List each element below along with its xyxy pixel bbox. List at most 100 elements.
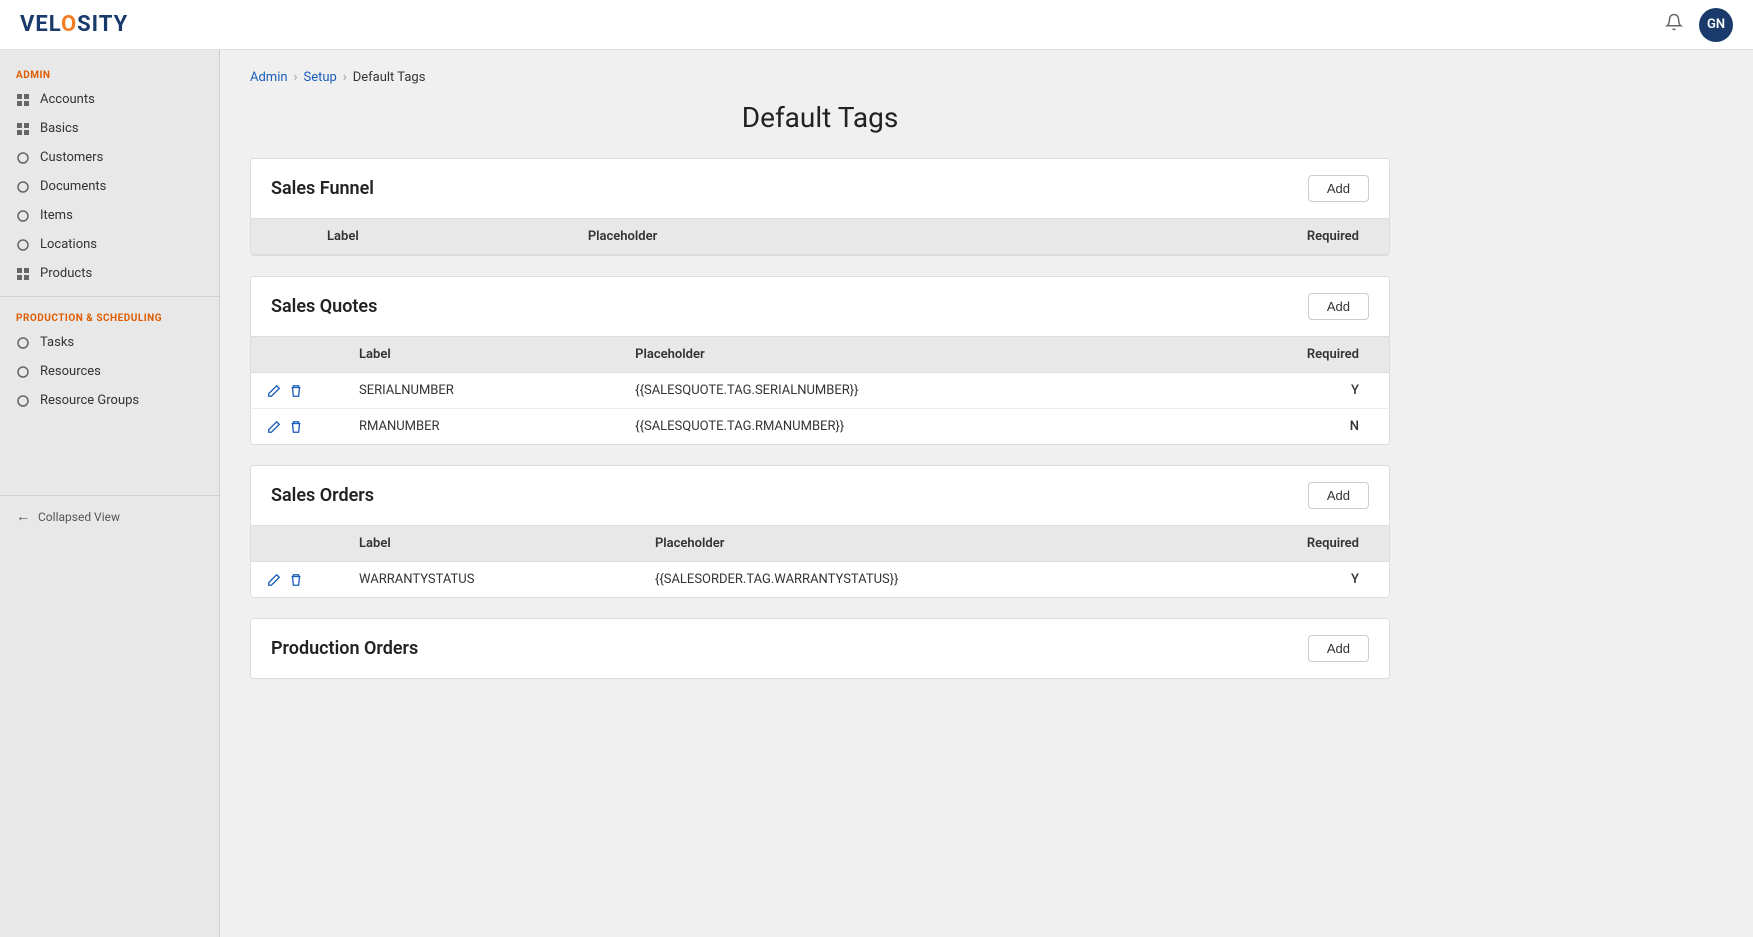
so-col-actions-header <box>251 526 343 562</box>
sales-orders-table-header: Label Placeholder Required <box>251 526 1389 562</box>
collapse-arrow-icon: ← <box>16 508 30 525</box>
sales-funnel-table-header: Label Placeholder Required <box>251 219 1389 255</box>
breadcrumb-sep-2: › <box>343 70 347 85</box>
items-label: Items <box>40 208 73 223</box>
sidebar-item-customers[interactable]: Customers <box>0 143 219 172</box>
top-nav: VELOSITY GN <box>0 0 1753 50</box>
sales-orders-table: Label Placeholder Required <box>251 525 1389 597</box>
sales-funnel-title: Sales Funnel <box>271 178 374 199</box>
sales-funnel-section: Sales Funnel Add Label Placeholder Requi… <box>250 158 1390 256</box>
sales-funnel-header: Sales Funnel Add <box>251 159 1389 218</box>
sf-col-label-header: Label <box>311 219 572 255</box>
resources-icon <box>16 365 30 379</box>
sidebar-item-items[interactable]: Items <box>0 201 219 230</box>
main-content: Admin › Setup › Default Tags Default Tag… <box>220 50 1753 937</box>
page-title: Default Tags <box>250 101 1390 134</box>
sales-orders-header: Sales Orders Add <box>251 466 1389 525</box>
products-label: Products <box>40 266 92 281</box>
locations-label: Locations <box>40 237 97 252</box>
sidebar: ADMIN Accounts Basics Customers Document… <box>0 50 220 937</box>
sales-funnel-add-button[interactable]: Add <box>1308 175 1369 202</box>
sales-quotes-header: Sales Quotes Add <box>251 277 1389 336</box>
nav-right: GN <box>1665 8 1733 42</box>
resources-label: Resources <box>40 364 101 379</box>
sq-col-actions-header <box>251 337 343 373</box>
table-row: WARRANTYSTATUS {{SALESORDER.TAG.WARRANTY… <box>251 562 1389 598</box>
table-row: RMANUMBER {{SALESQUOTE.TAG.RMANUMBER}} N <box>251 409 1389 445</box>
sidebar-item-tasks[interactable]: Tasks <box>0 328 219 357</box>
sidebar-item-documents[interactable]: Documents <box>0 172 219 201</box>
sales-orders-title: Sales Orders <box>271 485 374 506</box>
avatar[interactable]: GN <box>1699 8 1733 42</box>
breadcrumb-admin[interactable]: Admin <box>250 70 288 85</box>
so-col-placeholder-header: Placeholder <box>639 526 1192 562</box>
sales-orders-add-button[interactable]: Add <box>1308 482 1369 509</box>
bell-icon[interactable] <box>1665 13 1683 36</box>
so-col-required-header: Required <box>1192 526 1389 562</box>
sq-row1-delete-icon[interactable] <box>289 384 303 398</box>
sidebar-item-basics[interactable]: Basics <box>0 114 219 143</box>
so-row1-label: WARRANTYSTATUS <box>343 562 639 598</box>
sidebar-item-accounts[interactable]: Accounts <box>0 85 219 114</box>
accounts-label: Accounts <box>40 92 95 107</box>
sidebar-item-resource-groups[interactable]: Resource Groups <box>0 386 219 415</box>
sidebar-item-resources[interactable]: Resources <box>0 357 219 386</box>
sf-col-placeholder-header: Placeholder <box>572 219 987 255</box>
production-orders-header: Production Orders Add <box>251 619 1389 678</box>
sales-quotes-title: Sales Quotes <box>271 296 377 317</box>
production-section-label: PRODUCTION & SCHEDULING <box>0 305 219 328</box>
sales-quotes-section: Sales Quotes Add Label Placeholder Requi… <box>250 276 1390 445</box>
production-orders-title: Production Orders <box>271 638 418 659</box>
documents-icon <box>16 180 30 194</box>
sales-quotes-table-header: Label Placeholder Required <box>251 337 1389 373</box>
logo[interactable]: VELOSITY <box>20 12 128 37</box>
admin-section-label: ADMIN <box>0 62 219 85</box>
customers-icon <box>16 151 30 165</box>
so-row1-delete-icon[interactable] <box>289 573 303 587</box>
sales-quotes-table: Label Placeholder Required <box>251 336 1389 444</box>
sq-row1-required: Y <box>1175 373 1389 409</box>
app-body: ADMIN Accounts Basics Customers Document… <box>0 50 1753 937</box>
sales-quotes-add-button[interactable]: Add <box>1308 293 1369 320</box>
tasks-label: Tasks <box>40 335 74 350</box>
collapsed-view-button[interactable]: ← Collapsed View <box>0 495 220 537</box>
breadcrumb: Admin › Setup › Default Tags <box>250 70 1390 85</box>
sq-row1-edit-icon[interactable] <box>267 384 281 398</box>
customers-label: Customers <box>40 150 103 165</box>
sq-col-required-header: Required <box>1175 337 1389 373</box>
so-row1-edit-icon[interactable] <box>267 573 281 587</box>
basics-icon <box>16 122 30 136</box>
sf-col-required-header: Required <box>987 219 1389 255</box>
accounts-icon <box>16 93 30 107</box>
sq-row2-placeholder: {{SALESQUOTE.TAG.RMANUMBER}} <box>619 409 1175 445</box>
sq-col-placeholder-header: Placeholder <box>619 337 1175 373</box>
sq-row1-label: SERIALNUMBER <box>343 373 619 409</box>
logo-text: VELOSITY <box>20 12 128 37</box>
so-row1-required: Y <box>1192 562 1389 598</box>
table-row: SERIALNUMBER {{SALESQUOTE.TAG.SERIALNUMB… <box>251 373 1389 409</box>
sq-col-label-header: Label <box>343 337 619 373</box>
so-col-label-header: Label <box>343 526 639 562</box>
sf-col-actions-header <box>251 219 311 255</box>
sales-quotes-table-body: SERIALNUMBER {{SALESQUOTE.TAG.SERIALNUMB… <box>251 373 1389 445</box>
items-icon <box>16 209 30 223</box>
sales-orders-table-body: WARRANTYSTATUS {{SALESORDER.TAG.WARRANTY… <box>251 562 1389 598</box>
collapsed-view-label: Collapsed View <box>38 510 120 524</box>
breadcrumb-setup[interactable]: Setup <box>303 70 336 85</box>
sales-funnel-table: Label Placeholder Required <box>251 218 1389 255</box>
sidebar-item-locations[interactable]: Locations <box>0 230 219 259</box>
documents-label: Documents <box>40 179 106 194</box>
so-row1-placeholder: {{SALESORDER.TAG.WARRANTYSTATUS}} <box>639 562 1192 598</box>
sq-row1-placeholder: {{SALESQUOTE.TAG.SERIALNUMBER}} <box>619 373 1175 409</box>
tasks-icon <box>16 336 30 350</box>
production-orders-add-button[interactable]: Add <box>1308 635 1369 662</box>
sidebar-item-products[interactable]: Products <box>0 259 219 288</box>
sq-row2-label: RMANUMBER <box>343 409 619 445</box>
sidebar-divider <box>0 296 219 297</box>
so-row1-actions <box>251 562 343 598</box>
products-icon <box>16 267 30 281</box>
sq-row2-edit-icon[interactable] <box>267 420 281 434</box>
breadcrumb-sep-1: › <box>294 70 298 85</box>
sq-row2-delete-icon[interactable] <box>289 420 303 434</box>
breadcrumb-current: Default Tags <box>353 70 426 85</box>
